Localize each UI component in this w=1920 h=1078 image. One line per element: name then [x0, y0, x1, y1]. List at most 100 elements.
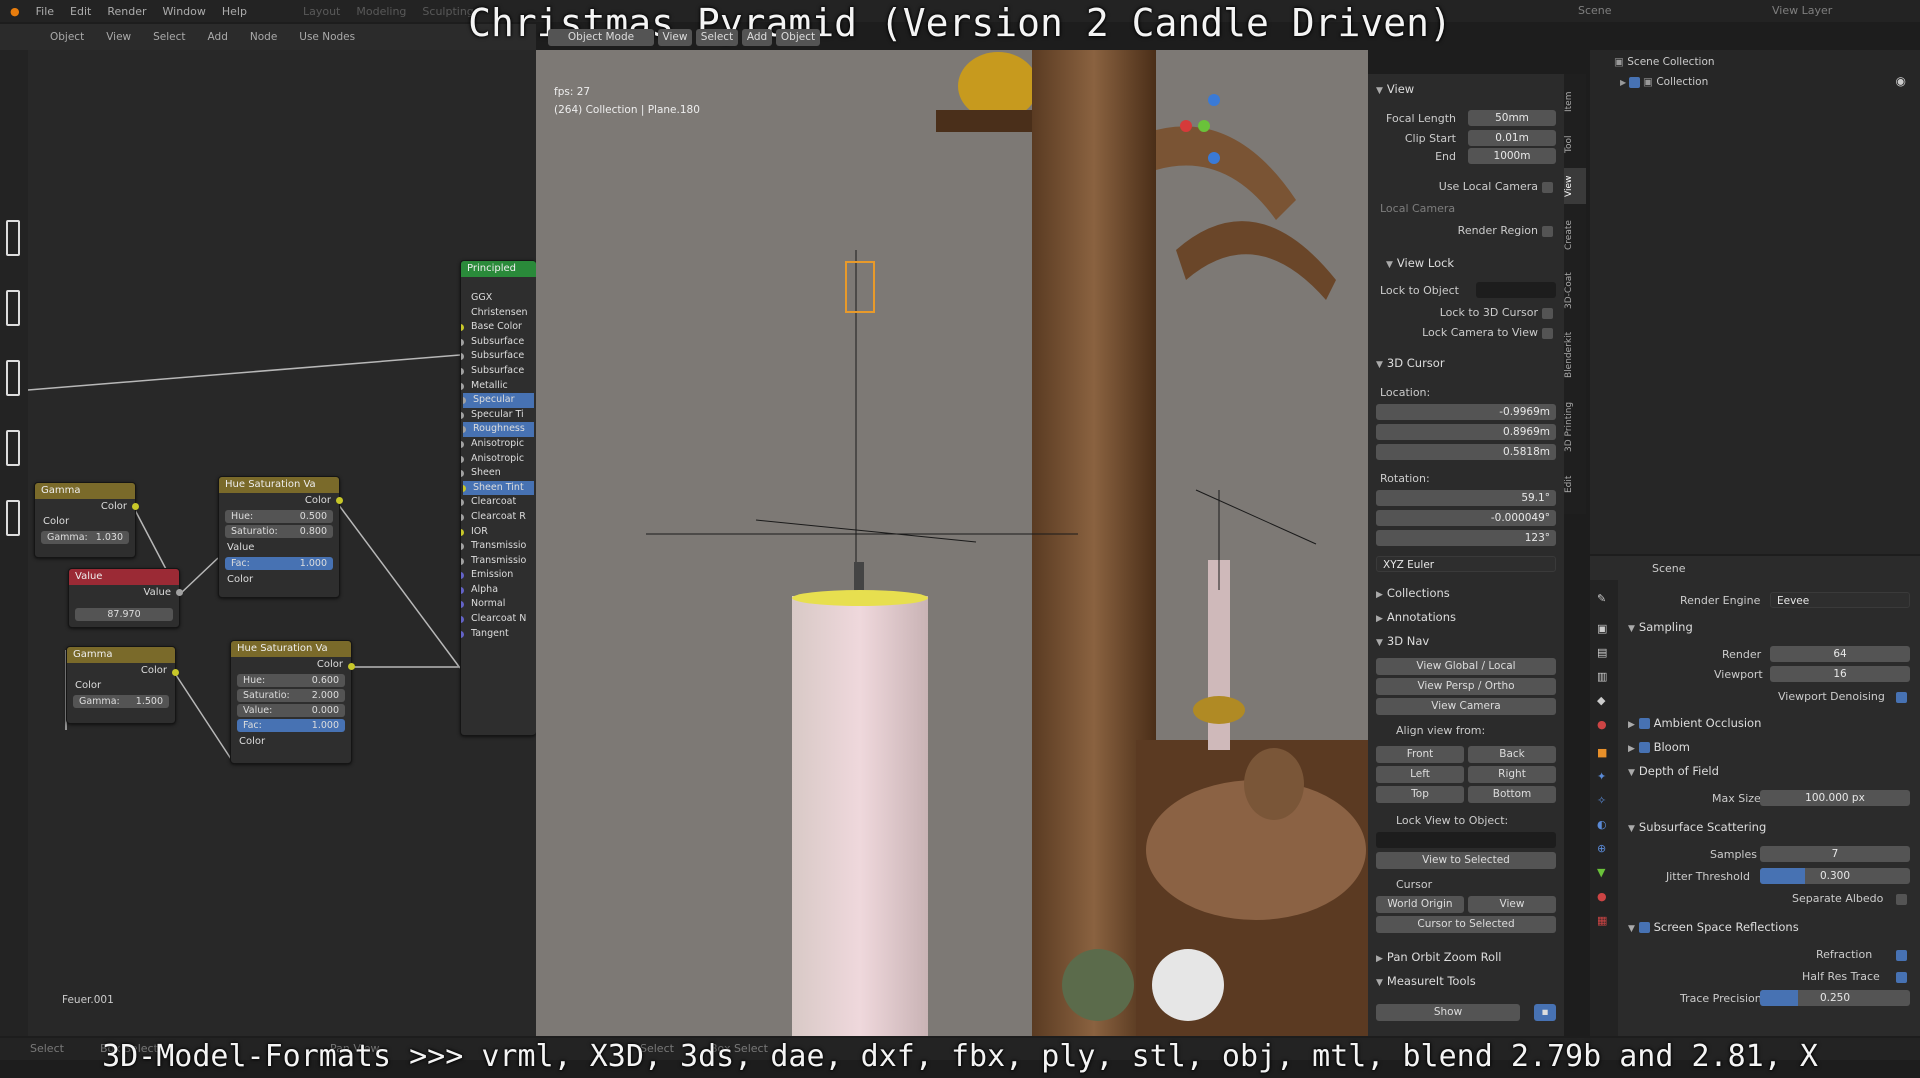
viewport-menu-view[interactable]: View	[658, 28, 692, 46]
fac-field[interactable]: Fac: 1.000	[225, 557, 333, 570]
bloom-section[interactable]: ▶ Bloom	[1628, 740, 1690, 754]
align-front-button[interactable]: Front	[1376, 746, 1464, 763]
trace-precision-slider[interactable]: 0.250	[1760, 990, 1910, 1006]
view-lock-section-header[interactable]: ▼ View Lock	[1386, 256, 1454, 270]
view-camera-button[interactable]: View Camera	[1376, 698, 1556, 715]
render-samples-field[interactable]: 64	[1770, 646, 1910, 662]
viewport-samples-field[interactable]: 16	[1770, 666, 1910, 682]
hue-saturation-node[interactable]: Hue Saturation Va Color Hue: 0.500 Satura…	[218, 476, 343, 598]
principled-input[interactable]: GGX	[461, 291, 536, 306]
principled-input[interactable]: Base Color	[461, 320, 536, 335]
candle[interactable]	[792, 596, 928, 1036]
view-to-selected-button[interactable]: View to Selected	[1376, 852, 1556, 869]
tab-item[interactable]: Item	[1564, 84, 1586, 120]
align-top-button[interactable]: Top	[1376, 786, 1464, 803]
save-icon[interactable]: ▪	[1534, 1004, 1556, 1021]
fac-field[interactable]: Fac: 1.000	[237, 719, 345, 732]
principled-input[interactable]: Roughness	[463, 422, 534, 437]
input-socket[interactable]	[461, 586, 464, 594]
view-section-header[interactable]: ▼ View	[1376, 82, 1414, 96]
tool-icon[interactable]	[6, 220, 20, 256]
half-res-trace-checkbox[interactable]	[1896, 972, 1907, 983]
3d-nav-section-header[interactable]: ▼ 3D Nav	[1376, 634, 1429, 648]
data-tab-icon[interactable]: ▼	[1597, 866, 1605, 879]
principled-bsdf-node[interactable]: Principled GGX Christensen Base Color Subsu…	[460, 260, 536, 736]
input-socket[interactable]	[461, 455, 464, 463]
object-tab-icon[interactable]: ■	[1597, 746, 1607, 759]
texture-tab-icon[interactable]: ▦	[1597, 914, 1607, 927]
input-socket[interactable]	[461, 367, 464, 375]
saturation-field[interactable]: Saturatio: 0.800	[225, 525, 333, 538]
tab-3d-printing[interactable]: 3D Printing	[1564, 392, 1586, 462]
principled-input[interactable]: Clearcoat R	[461, 510, 536, 525]
gizmo-x-axis[interactable]	[1180, 120, 1192, 132]
hue-field[interactable]: Hue: 0.500	[225, 510, 333, 523]
particles-tab-icon[interactable]: ✧	[1597, 794, 1606, 807]
principled-input[interactable]: Tangent	[461, 627, 536, 642]
principled-input[interactable]: Normal	[461, 597, 536, 612]
tab-create[interactable]: Create	[1564, 210, 1586, 260]
view-layer-tab-icon[interactable]: ▥	[1597, 670, 1607, 683]
lock-3d-cursor-checkbox[interactable]	[1542, 308, 1553, 319]
world-origin-button[interactable]: World Origin	[1376, 896, 1464, 913]
input-socket[interactable]	[461, 543, 464, 551]
physics-tab-icon[interactable]: ◐	[1597, 818, 1607, 831]
view-global-local-button[interactable]: View Global / Local	[1376, 658, 1556, 675]
principled-input[interactable]: Subsurface	[461, 364, 536, 379]
tool-tab-icon[interactable]: ✎	[1597, 592, 1606, 605]
lock-camera-checkbox[interactable]	[1542, 328, 1553, 339]
input-socket[interactable]	[463, 484, 466, 492]
use-local-camera-checkbox[interactable]	[1542, 182, 1553, 193]
refraction-checkbox[interactable]	[1896, 950, 1907, 961]
viewport-menu-add[interactable]: Add	[742, 28, 772, 46]
principled-input[interactable]: Metallic	[461, 379, 536, 394]
viewport-menu-object[interactable]: Object	[776, 28, 820, 46]
principled-input[interactable]: Christensen	[461, 306, 536, 321]
input-socket[interactable]	[463, 397, 466, 405]
modifier-tab-icon[interactable]: ✦	[1597, 770, 1606, 783]
principled-input[interactable]: Transmissio	[461, 554, 536, 569]
input-socket[interactable]	[461, 324, 464, 332]
focal-length-field[interactable]: 50mm	[1468, 110, 1556, 126]
rotation-mode-dropdown[interactable]: XYZ Euler	[1376, 556, 1556, 572]
gamma-field[interactable]: Gamma: 1.030	[41, 531, 129, 544]
measureit-section-header[interactable]: ▼ MeasureIt Tools	[1376, 974, 1476, 988]
collection-checkbox[interactable]	[1628, 76, 1640, 88]
gamma-field[interactable]: Gamma: 1.500	[73, 695, 169, 708]
input-socket[interactable]	[461, 513, 464, 521]
cursor-x-field[interactable]: -0.9969m	[1376, 404, 1556, 420]
cursor-view-button[interactable]: View	[1468, 896, 1556, 913]
input-socket[interactable]	[461, 470, 464, 478]
principled-input[interactable]: Sheen Tint	[463, 480, 534, 496]
collections-section-header[interactable]: ▶ Collections	[1376, 586, 1450, 600]
input-socket[interactable]	[461, 528, 464, 536]
gizmo-neg-z-axis[interactable]	[1208, 152, 1220, 164]
principled-input[interactable]: IOR	[461, 525, 536, 540]
eye-icon[interactable]: ◉	[1896, 74, 1906, 88]
principled-input[interactable]: Alpha	[461, 583, 536, 598]
align-left-button[interactable]: Left	[1376, 766, 1464, 783]
align-back-button[interactable]: Back	[1468, 746, 1556, 763]
output-socket[interactable]	[176, 589, 183, 596]
principled-input[interactable]: Specular Ti	[461, 408, 536, 423]
input-socket[interactable]	[461, 499, 464, 507]
tab-blenderkit[interactable]: Blenderkit	[1564, 322, 1586, 388]
principled-input[interactable]: Subsurface	[461, 349, 536, 364]
tool-icon[interactable]	[6, 290, 20, 326]
input-socket[interactable]	[461, 616, 464, 624]
input-socket[interactable]	[461, 382, 464, 390]
input-socket[interactable]	[461, 601, 464, 609]
input-socket[interactable]	[463, 426, 466, 434]
bloom-checkbox[interactable]	[1638, 742, 1650, 753]
lock-to-object-field[interactable]	[1476, 282, 1556, 298]
principled-input[interactable]: Clearcoat	[461, 495, 536, 510]
sss-samples-field[interactable]: 7	[1760, 846, 1910, 862]
input-socket[interactable]	[461, 411, 464, 419]
separate-albedo-checkbox[interactable]	[1896, 894, 1907, 905]
cursor-y-field[interactable]: 0.8969m	[1376, 424, 1556, 440]
input-socket[interactable]	[461, 353, 464, 361]
jitter-threshold-slider[interactable]: 0.300	[1760, 868, 1910, 884]
render-engine-dropdown[interactable]: Eevee	[1770, 592, 1910, 608]
cursor-rz-field[interactable]: 123°	[1376, 530, 1556, 546]
render-tab-icon[interactable]: ▣	[1597, 622, 1607, 635]
